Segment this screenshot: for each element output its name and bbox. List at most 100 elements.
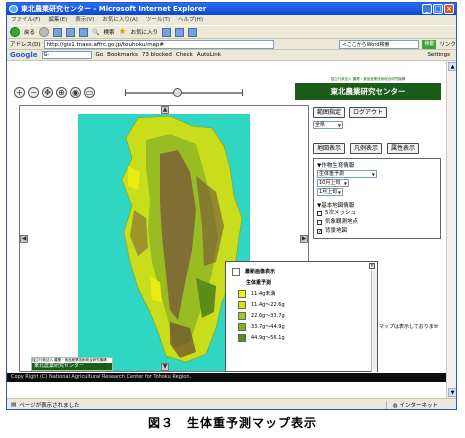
google-go-button[interactable]: Go — [96, 52, 104, 58]
weather-label: 気象観測地点 — [325, 219, 359, 225]
go-button[interactable]: 移動 — [422, 39, 437, 49]
globe-icon: ◍ — [392, 402, 398, 409]
zoom-in-icon[interactable]: + — [14, 87, 25, 98]
ie-icon — [9, 5, 18, 13]
scroll-down-icon[interactable]: ▼ — [448, 388, 456, 397]
bookmarks-button[interactable]: Bookmarks — [107, 52, 138, 58]
legend-item: 33.7g～44.9g — [226, 321, 377, 332]
crop-info-header[interactable]: ▼作物生育情報 — [317, 161, 437, 169]
favorites-icon[interactable]: ★ — [119, 27, 127, 37]
close-button[interactable]: × — [444, 4, 454, 14]
control-panel: 範囲指定 ログアウト 全県 地図表示 凡例表示 属性表示 ▼作物生育情報 生体重… — [313, 107, 441, 239]
bottom-logo-title: 東北農業研究センター — [32, 363, 112, 370]
legend-list: 11.4g未満 11.4g～22.6g 22.6g～33.7g 33.7g～44.9g… — [226, 288, 377, 343]
legend-window: × 最新画像表示 生体重予測 11.4g未満 11.4g～22.6g 22.6g～3… — [225, 261, 378, 372]
popup-blocked[interactable]: 73 blocked — [142, 52, 172, 58]
legend-item-label: 44.9g～56.1g — [251, 335, 285, 341]
mail-icon[interactable] — [175, 27, 185, 37]
background-checkbox[interactable]: ✓ — [317, 229, 322, 235]
menu-view[interactable]: 表示(V) — [75, 15, 94, 25]
extent-button[interactable]: 範囲指定 — [313, 107, 346, 118]
word-search-input[interactable]: <ここからWord検索 — [339, 39, 420, 49]
attribute-display-button[interactable]: 属性表示 — [387, 143, 420, 154]
copyright-bar: Copy Right (C) National Agricultural Res… — [7, 373, 446, 382]
pan-north-icon[interactable]: ▲ — [161, 106, 169, 114]
minimize-button[interactable]: _ — [422, 4, 432, 14]
crop-info-box: ▼作物生育情報 生体重予測 10月上旬 1月上旬 ▼基本地図情報 5次メッシュ … — [313, 158, 441, 239]
legend-item: 11.4g未満 — [226, 288, 377, 299]
address-label: アドレス(D) — [10, 42, 41, 48]
month-select[interactable]: 10月上旬 — [317, 179, 349, 187]
legend-swatch — [238, 333, 246, 342]
search-icon[interactable]: 🔍 — [92, 29, 99, 36]
legend-scrollbar[interactable] — [371, 270, 377, 372]
status-page-icon: ▤ — [11, 401, 17, 408]
scroll-up-icon[interactable]: ▲ — [448, 62, 456, 71]
pan-icon[interactable]: ✥ — [42, 87, 53, 98]
pan-west-icon[interactable]: ◀ — [20, 235, 28, 243]
background-checkbox-row[interactable]: ✓ 背景地図 — [317, 227, 437, 236]
menu-help[interactable]: ヘルプ(H) — [178, 15, 203, 25]
home-icon[interactable] — [79, 27, 89, 37]
google-logo: Google — [10, 51, 38, 59]
slider-end — [242, 89, 243, 96]
address-bar: アドレス(D) http://gis1.tnaes.affrc.go.jp/to… — [7, 39, 456, 50]
maximize-button[interactable]: □ — [433, 4, 443, 14]
favorites-label[interactable]: お気に入り — [131, 28, 159, 36]
region-select[interactable]: 全県 — [313, 121, 343, 129]
mesh-checkbox-row[interactable]: 5次メッシュ — [317, 209, 437, 218]
google-search-input[interactable]: G- — [41, 51, 92, 59]
zoom-out-icon[interactable]: − — [28, 87, 39, 98]
stop-icon[interactable] — [53, 27, 63, 37]
crop-type-select[interactable]: 生体重予測 — [317, 170, 377, 178]
page-content: + − ✥ ⊕ ◉ ▭ 独立行政法人 農業・食品産業技術総合研究機構 東北農業研… — [7, 61, 446, 398]
legend-item: 11.4g～22.6g — [226, 299, 377, 310]
forward-icon[interactable] — [39, 27, 50, 37]
page-scrollbar[interactable]: ▲ ▼ — [446, 61, 456, 398]
weather-checkbox[interactable] — [317, 220, 322, 225]
legend-swatch — [238, 300, 246, 309]
legend-item: 22.6g～33.7g — [226, 310, 377, 321]
pan-south-icon[interactable]: ▼ — [161, 363, 169, 371]
menu-favorites[interactable]: お気に入り(A) — [102, 15, 138, 25]
links-label[interactable]: リンク — [439, 40, 456, 48]
back-icon[interactable] — [10, 27, 20, 37]
menu-file[interactable]: ファイル(F) — [11, 15, 40, 25]
menu-tools[interactable]: ツール(T) — [146, 15, 170, 25]
address-input[interactable]: http://gis1.tnaes.affrc.go.jp/touhoku/ma… — [43, 39, 274, 49]
refresh-icon[interactable] — [66, 27, 76, 37]
legend-item-label: 11.4g～22.6g — [251, 302, 285, 308]
mesh-checkbox[interactable] — [317, 211, 322, 216]
bottom-logo: 独立行政法人 農業・食品産業技術総合研究機構 東北農業研究センター — [31, 357, 113, 371]
hidden-map-message: マップは表示しておりませ — [379, 324, 439, 330]
autolink-button[interactable]: AutoLink — [197, 52, 221, 58]
logout-button[interactable]: ログアウト — [349, 107, 388, 118]
legend-display-button[interactable]: 凡例表示 — [350, 143, 383, 154]
legend-subtitle: 生体重予測 — [246, 280, 272, 286]
base-map-header[interactable]: ▼基本地図情報 — [317, 201, 437, 209]
site-logo: 独立行政法人 農業・食品産業技術総合研究機構 東北農業研究センター — [295, 77, 441, 100]
zoom-slider[interactable] — [125, 88, 243, 97]
site-title: 東北農業研究センター — [330, 87, 406, 96]
period-select[interactable]: 1月上旬 — [317, 188, 343, 196]
pan-east-icon[interactable]: ▶ — [300, 235, 308, 243]
print-icon[interactable] — [188, 27, 198, 37]
check-button[interactable]: Check — [176, 52, 193, 58]
full-extent-icon[interactable]: ▭ — [84, 87, 95, 98]
zoom-slider-handle[interactable] — [173, 88, 182, 97]
background-label: 背景地図 — [325, 228, 348, 234]
legend-title-checkbox[interactable] — [232, 267, 240, 276]
legend-close-icon[interactable]: × — [369, 263, 375, 269]
map-display-button[interactable]: 地図表示 — [313, 143, 346, 154]
settings-button[interactable]: Settings — [427, 52, 450, 58]
info-icon[interactable]: ◉ — [70, 87, 81, 98]
history-icon[interactable] — [162, 27, 172, 37]
search-label[interactable]: 検索 — [104, 28, 115, 36]
legend-swatch — [238, 289, 246, 298]
zoom-box-icon[interactable]: ⊕ — [56, 87, 67, 98]
menu-edit[interactable]: 編集(E) — [48, 15, 67, 25]
back-label[interactable]: 戻る — [24, 28, 35, 36]
weather-checkbox-row[interactable]: 気象観測地点 — [317, 218, 437, 227]
status-bar: ▤ ページが表示されました ◍ インターネット — [7, 398, 456, 409]
internet-zone: ◍ インターネット — [385, 400, 438, 409]
